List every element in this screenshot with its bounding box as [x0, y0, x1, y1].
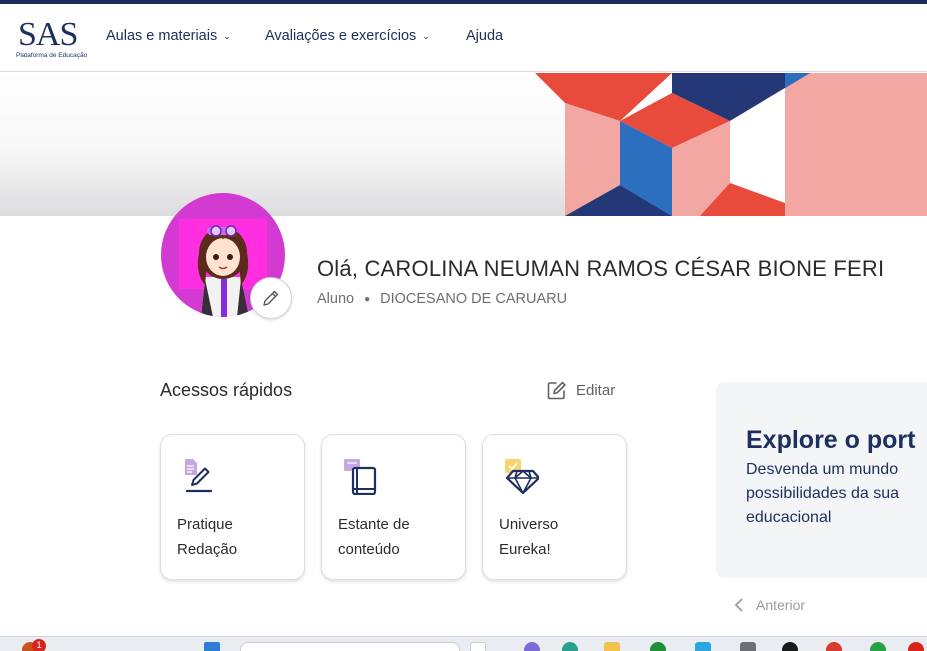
start-icon[interactable]	[204, 642, 220, 651]
task-view-icon[interactable]	[470, 642, 486, 651]
app-icon[interactable]	[650, 642, 666, 651]
greeting-heading: Olá, CAROLINA NEUMAN RAMOS CÉSAR BIONE F…	[317, 256, 885, 281]
quick-access-label-line2: Eureka!	[499, 541, 551, 558]
profile-banner	[0, 73, 927, 216]
quick-access-title: Acessos rápidos	[160, 380, 293, 400]
explore-promo-card[interactable]: Explore o port Desvenda um mundo possibi…	[716, 382, 927, 578]
nav-item-label: Ajuda	[466, 28, 504, 44]
book-icon	[344, 459, 377, 495]
explore-description: Desvenda um mundo possibilidades da sua …	[746, 458, 927, 530]
app-icon[interactable]	[782, 642, 798, 651]
nav-avaliacoes-e-exercicios[interactable]: Avaliações e exercícios ⌄	[265, 28, 430, 44]
search-bar[interactable]	[240, 642, 460, 651]
separator-dot: ●	[364, 293, 371, 305]
folder-icon[interactable]	[604, 642, 620, 651]
quick-access-pratique-redacao[interactable]: Pratique Redação	[160, 434, 305, 580]
banner-geometric-art	[535, 73, 927, 216]
top-navbar: SAS Plataforma de Educação Aulas e mater…	[0, 4, 927, 72]
teams-icon[interactable]	[524, 642, 540, 651]
explore-line: educacional	[746, 509, 832, 526]
logo-subtitle: Plataforma de Educação	[16, 52, 88, 59]
notification-badge: 1	[32, 639, 46, 651]
quick-access-label: Universo Eureka!	[499, 512, 619, 562]
quick-access-estante-de-conteudo[interactable]: Estante de conteúdo	[321, 434, 466, 580]
school-label: DIOCESANO DE CARUARU	[380, 291, 568, 307]
explore-title: Explore o port	[746, 426, 916, 454]
sas-logo[interactable]: SAS Plataforma de Educação	[16, 16, 96, 62]
whatsapp-icon[interactable]	[870, 642, 886, 651]
carousel-prev-button[interactable]: Anterior	[734, 597, 805, 613]
nav-aulas-e-materiais[interactable]: Aulas e materiais ⌄	[106, 28, 231, 44]
chevron-down-icon: ⌄	[223, 30, 231, 41]
pencil-icon	[263, 290, 279, 306]
quick-access-universo-eureka[interactable]: Universo Eureka!	[482, 434, 627, 580]
quick-access-label-line1: Universo	[499, 516, 559, 533]
prev-label: Anterior	[756, 597, 806, 613]
logo-text: SAS	[18, 16, 78, 53]
quick-access-label-line2: Redação	[177, 541, 238, 558]
nav-ajuda[interactable]: Ajuda	[466, 28, 503, 44]
quick-access-label-line2: conteúdo	[338, 541, 400, 558]
quick-access-label: Estante de conteúdo	[338, 512, 458, 562]
nav-item-label: Aulas e materiais	[106, 28, 218, 44]
app-icon[interactable]	[740, 642, 756, 651]
quick-access-label-line1: Pratique	[177, 516, 233, 533]
explore-line: possibilidades da sua	[746, 485, 899, 502]
role-label: Aluno	[317, 291, 355, 307]
edge-icon[interactable]	[562, 642, 578, 651]
chevron-down-icon: ⌄	[422, 30, 430, 41]
pen-icon	[185, 459, 213, 493]
chrome-icon[interactable]	[826, 642, 842, 651]
profile-meta: Aluno ● DIOCESANO DE CARUARU	[317, 291, 567, 307]
edit-label: Editar	[576, 381, 616, 399]
app-icon[interactable]	[695, 642, 711, 651]
explore-line: Desvenda um mundo	[746, 461, 899, 478]
diamond-icon	[505, 459, 539, 495]
nav-item-label: Avaliações e exercícios	[265, 28, 417, 44]
chevron-left-icon	[734, 598, 743, 612]
quick-access-label: Pratique Redação	[177, 512, 297, 562]
app-icon[interactable]	[908, 642, 924, 651]
edit-icon	[547, 381, 566, 400]
edit-quick-access-button[interactable]: Editar	[546, 379, 615, 401]
quick-access-label-line1: Estante de	[338, 516, 410, 533]
edit-avatar-button[interactable]	[250, 277, 292, 319]
os-taskbar: 1	[0, 636, 927, 651]
